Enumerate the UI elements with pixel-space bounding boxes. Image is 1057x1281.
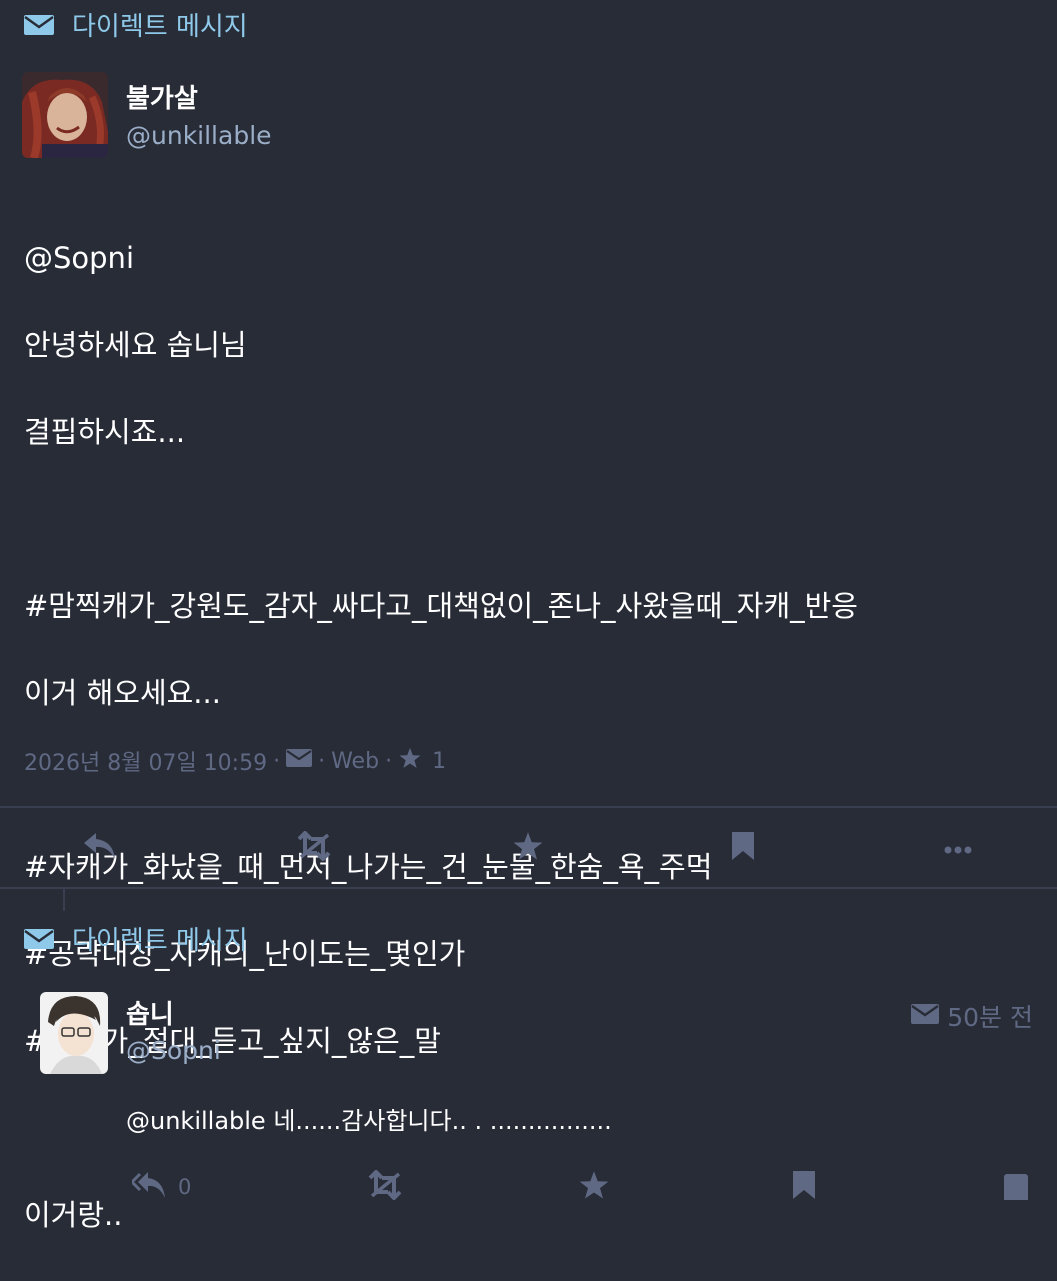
star-icon [578, 1170, 610, 1200]
bookmark-icon [731, 831, 755, 865]
reply-button[interactable] [0, 828, 200, 868]
meta-separator: · [318, 748, 326, 774]
reply-content: @unkillable 네......감사합니다.. . ...........… [126, 1107, 612, 1135]
boost-disabled-icon [366, 1169, 404, 1200]
author-display-name[interactable]: 불가살 [126, 78, 198, 115]
author-display-name[interactable]: 솝니 [126, 994, 174, 1031]
status-context-header: 다이렉트 메시지 [24, 920, 248, 957]
thread-line [63, 889, 65, 911]
more-icon [1002, 1174, 1030, 1200]
more-button[interactable] [858, 828, 1057, 868]
hashtag-line[interactable]: #맘찍캐가_강원도_감자_싸다고_대책없이_존나_사왔을때_자캐_반응 [24, 585, 1034, 629]
reply-timestamp[interactable]: 50분 전 [911, 998, 1033, 1034]
content-line: 이거랑.. [24, 1197, 123, 1232]
author-handle[interactable]: @unkillable [126, 121, 272, 150]
envelope-icon [24, 927, 54, 951]
boost-button[interactable] [200, 828, 428, 868]
content-line: 안녕하세요 솝니님 [24, 327, 247, 362]
bookmark-button[interactable] [628, 828, 858, 868]
status-meta: 2026년 8월 07일 10:59 · · Web · 1 [24, 745, 446, 777]
context-label: 다이렉트 메시지 [72, 12, 248, 42]
reply-icon [82, 831, 118, 865]
content-line: 결핍하시죠... [24, 414, 186, 449]
reply-all-icon [129, 1170, 168, 1200]
favourite-button[interactable] [578, 1170, 610, 1200]
status-action-bar [0, 828, 1057, 868]
status-datetime[interactable]: 2026년 8월 07일 10:59 [24, 745, 267, 777]
status-app: Web [331, 748, 380, 774]
envelope-icon [24, 13, 54, 37]
bookmark-button[interactable] [792, 1170, 816, 1200]
bookmark-icon [792, 1170, 816, 1200]
meta-separator: · [385, 748, 393, 774]
status-context-header: 다이렉트 메시지 [24, 6, 248, 43]
envelope-icon [911, 1002, 940, 1031]
favourite-button[interactable] [428, 828, 628, 868]
avatar[interactable] [22, 72, 108, 158]
star-icon [512, 831, 544, 865]
reply-count: 0 [178, 1175, 192, 1199]
envelope-icon [286, 748, 313, 774]
reply-button[interactable]: 0 [129, 1170, 192, 1200]
avatar[interactable] [40, 992, 108, 1074]
divider [0, 806, 1057, 808]
divider [0, 887, 1057, 889]
reply-action-bar: 0 [0, 1168, 1057, 1200]
content-line: 이거 해오세요... [24, 675, 221, 710]
author-handle[interactable]: @Sopni [126, 1036, 221, 1065]
favourite-count[interactable]: 1 [432, 749, 446, 774]
relative-time: 50분 전 [947, 1003, 1033, 1032]
star-icon [398, 747, 422, 775]
boost-button[interactable] [366, 1169, 404, 1200]
meta-separator: · [273, 748, 281, 774]
more-icon [944, 839, 972, 858]
context-label: 다이렉트 메시지 [72, 926, 248, 956]
content-line [24, 498, 1034, 542]
more-button[interactable] [1002, 1174, 1030, 1200]
content-line[interactable]: @Sopni [24, 237, 1034, 281]
boost-disabled-icon [295, 830, 333, 865]
